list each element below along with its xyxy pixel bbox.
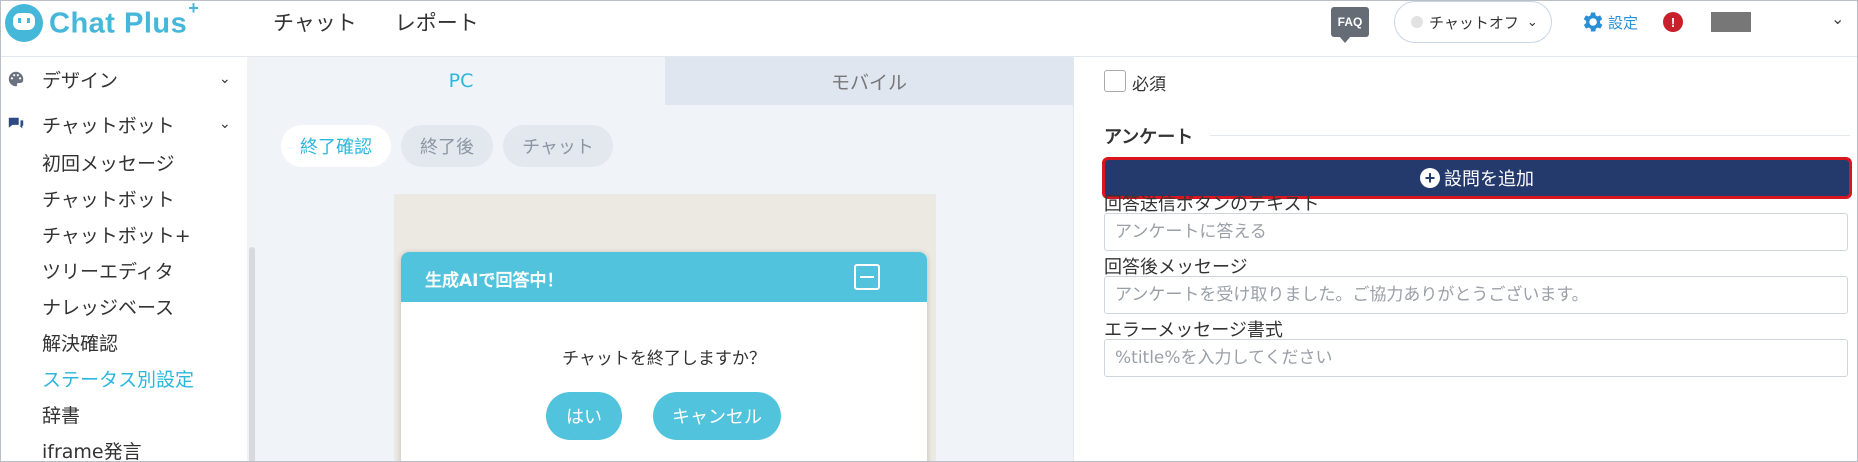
section-divider (1210, 135, 1850, 136)
top-nav: チャット レポート (273, 7, 479, 37)
sidebar-scrollbar[interactable] (247, 57, 257, 461)
pill-end-confirm[interactable]: 終了確認 (281, 125, 391, 167)
gear-icon (1583, 12, 1603, 32)
palette-icon (8, 71, 24, 87)
add-question-label: 設問を追加 (1444, 169, 1534, 190)
sidebar-item-dictionary[interactable]: 辞書 (42, 401, 80, 428)
cancel-button[interactable]: キャンセル (653, 392, 781, 440)
chat-window-title: 生成AIで回答中！ (425, 271, 564, 291)
chevron-down-icon: ⌄ (219, 71, 231, 87)
chat-status-select[interactable]: チャットオフ ⌄ (1394, 1, 1552, 43)
faq-icon[interactable]: FAQ (1331, 7, 1369, 43)
logo-chat-bubble-icon (5, 4, 43, 42)
chevron-down-icon: ⌄ (219, 116, 231, 132)
chat-window-header: 生成AIで回答中！ (401, 252, 927, 302)
nav-report[interactable]: レポート (395, 7, 479, 37)
nav-chat[interactable]: チャット (273, 7, 357, 37)
plus-circle-icon: + (1420, 168, 1440, 188)
settings-link[interactable]: 設定 (1579, 9, 1638, 35)
logo-text: Chat Plus+ (49, 0, 200, 40)
sidebar-section-label: デザイン (42, 69, 119, 92)
preview-panel: PC モバイル 終了確認 終了後 チャット 生成AIで回答中！ チャットを終了し… (257, 57, 1073, 461)
sidebar-item-chatbot[interactable]: チャットボット (42, 185, 175, 212)
chat-bubbles-icon (8, 117, 24, 129)
avatar[interactable] (1711, 12, 1751, 32)
scrollbar-thumb[interactable] (249, 247, 255, 461)
alert-icon[interactable]: ! (1663, 12, 1683, 32)
tab-pc[interactable]: PC (257, 57, 665, 105)
account-chevron-down-icon[interactable]: ⌄ (1831, 9, 1844, 28)
pill-after-end[interactable]: 終了後 (401, 125, 493, 167)
required-checkbox[interactable] (1104, 70, 1126, 92)
sidebar-item-knowledge-base[interactable]: ナレッジベース (42, 293, 174, 320)
yes-button[interactable]: はい (546, 392, 622, 440)
settings-label: 設定 (1608, 13, 1639, 32)
minimize-icon[interactable] (854, 264, 880, 290)
logo[interactable]: Chat Plus+ (5, 0, 200, 42)
sidebar-item-first-message[interactable]: 初回メッセージ (42, 149, 175, 176)
tab-mobile[interactable]: モバイル (665, 57, 1073, 105)
sidebar-item-iframe[interactable]: iframe発言 (42, 437, 142, 461)
sidebar-item-resolution-check[interactable]: 解決確認 (42, 329, 118, 356)
required-label: 必須 (1132, 75, 1166, 95)
status-label: チャットオフ (1429, 13, 1519, 32)
chevron-down-icon: ⌄ (1526, 14, 1538, 30)
after-answer-message-input[interactable] (1104, 276, 1848, 314)
end-chat-question: チャットを終了しますか？ (562, 349, 766, 369)
chat-window-preview: 生成AIで回答中！ チャットを終了しますか？ はい キャンセル (401, 252, 927, 461)
error-message-format-input[interactable] (1104, 339, 1848, 377)
settings-form: 必須 アンケート + 設問を追加 回答送信ボタンのテキスト 回答後メッセージ エ… (1073, 57, 1857, 461)
top-header: Chat Plus+ チャット レポート FAQ チャットオフ ⌄ 設定 ! ⌄ (1, 0, 1857, 57)
sidebar-section-chatbot[interactable]: チャットボット ⌄ (1, 106, 247, 142)
sidebar: デザイン ⌄ チャットボット ⌄ 初回メッセージ チャットボット チャットボット… (1, 57, 247, 461)
survey-section-title: アンケート (1104, 127, 1194, 148)
status-dot-icon (1411, 16, 1423, 28)
sidebar-item-tree-editor[interactable]: ツリーエディタ (42, 257, 174, 284)
app-window: Chat Plus+ チャット レポート FAQ チャットオフ ⌄ 設定 ! ⌄ (0, 0, 1858, 462)
sidebar-section-design[interactable]: デザイン ⌄ (1, 61, 247, 97)
sidebar-section-label: チャットボット (42, 114, 175, 137)
sidebar-item-chatbot-plus[interactable]: チャットボット+ (42, 221, 191, 248)
pill-chat[interactable]: チャット (503, 125, 613, 167)
submit-button-text-input[interactable] (1104, 213, 1848, 251)
sidebar-item-status-settings[interactable]: ステータス別設定 (42, 365, 194, 392)
